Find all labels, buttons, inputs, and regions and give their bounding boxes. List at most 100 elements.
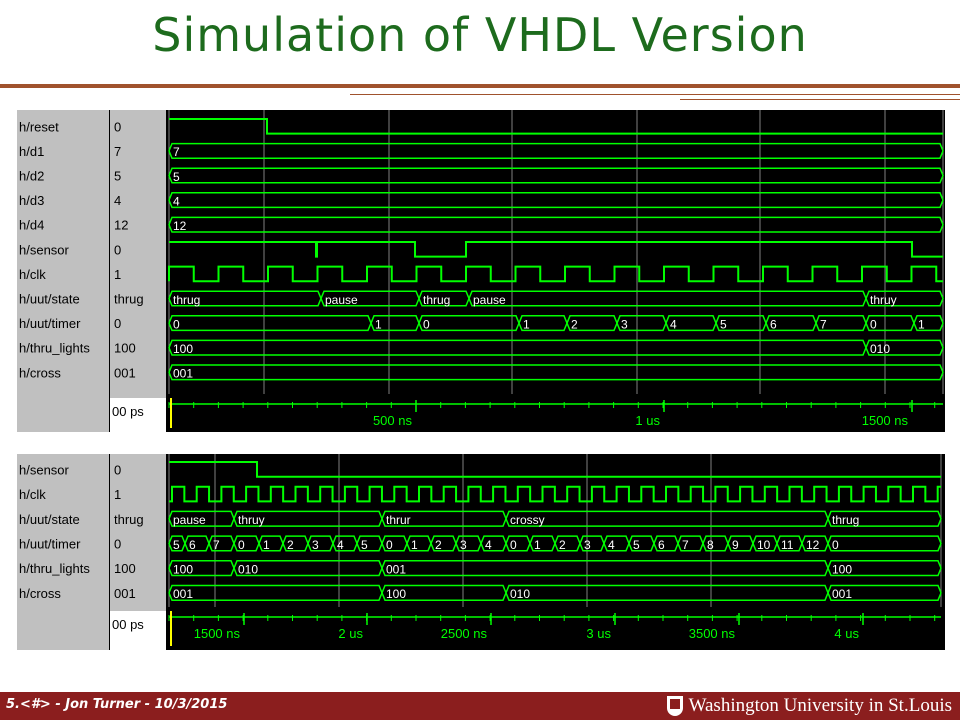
signal-name[interactable]: h/clk	[19, 267, 46, 282]
footer-text: 5.<#> - Jon Turner - 10/3/2015	[6, 697, 228, 712]
cursor-time: 00 ps	[112, 617, 144, 632]
bus-value-label: crossy	[510, 513, 545, 527]
bus-value-label: 5	[173, 538, 180, 552]
bus-value-label: 6	[658, 538, 665, 552]
signal-name[interactable]: h/cross	[19, 586, 61, 601]
waveform-canvas[interactable]: h/reset 0h/d1 7 7h/d2 5 5h/d3 4 4h/d4 12 12h/sens…	[17, 110, 945, 432]
bus-value-label: pause	[473, 293, 506, 307]
waveform-panel-top[interactable]: h/reset 0 h/d1 7 7 h/d2 5 5 h/d3 4 4 h/d4 12 12 h/sens…	[17, 110, 945, 432]
bus-value-label: 1	[523, 317, 530, 331]
bus-segment	[505, 510, 829, 527]
bus-value-label: 010	[238, 563, 258, 577]
bus-value-label: 12	[173, 219, 187, 233]
signal-name[interactable]: h/thru_lights	[19, 561, 90, 576]
university-name: Washington University in St.Louis	[688, 695, 952, 716]
signal-name[interactable]: h/uut/state	[19, 512, 80, 527]
bus-value-label: 010	[870, 342, 890, 356]
signal-name[interactable]: h/sensor	[19, 462, 70, 477]
bus-value-label: 12	[806, 538, 820, 552]
bus-value-label: 9	[732, 538, 739, 552]
signal-name[interactable]: h/uut/timer	[19, 316, 81, 331]
signal-name[interactable]: h/thru_lights	[19, 341, 90, 356]
signal-name[interactable]: h/d3	[19, 193, 44, 208]
cursor-time: 00 ps	[112, 404, 144, 419]
bus-segment	[168, 216, 944, 233]
title-rule-thin	[350, 94, 960, 95]
signal-name[interactable]: h/d1	[19, 144, 44, 159]
bus-value-label: 100	[173, 342, 193, 356]
bus-value-label: 5	[361, 538, 368, 552]
bus-value-label: 001	[832, 587, 852, 601]
bus-value-label: 2	[571, 317, 578, 331]
bus-value-label: thrug	[832, 513, 859, 527]
bus-value-label: 100	[386, 587, 406, 601]
signal-name[interactable]: h/cross	[19, 365, 61, 380]
bus-value-label: 5	[173, 170, 180, 184]
waveform-panel-bottom[interactable]: h/sensor 0 h/clk 1 h/uut/state thrug pause thru…	[17, 454, 945, 650]
bus-segment	[168, 339, 867, 356]
bit-waveform	[169, 118, 943, 135]
bus-value-label: 7	[173, 145, 180, 159]
bus-value-label: thruy	[238, 513, 265, 527]
signal-name[interactable]: h/uut/state	[19, 292, 80, 307]
bus-value-label: 7	[820, 317, 827, 331]
time-label: 2500 ns	[441, 626, 488, 641]
bus-value-label: 1	[375, 317, 382, 331]
bus-value-label: 0	[386, 538, 393, 552]
bus-value-label: 6	[770, 317, 777, 331]
signal-value: 100	[114, 341, 136, 356]
signal-value: 1	[114, 267, 121, 282]
signal-value: 1	[114, 487, 121, 502]
signal-value: 100	[114, 561, 136, 576]
title-underline	[0, 84, 960, 88]
bus-value-label: 11	[781, 538, 794, 552]
bus-value-label: pause	[325, 293, 358, 307]
bus-value-label: 0	[173, 317, 180, 331]
bus-value-label: 5	[633, 538, 640, 552]
bus-value-label: 0	[870, 317, 877, 331]
bit-waveform	[169, 241, 943, 258]
bus-segment	[505, 584, 829, 601]
time-label: 3 us	[586, 626, 611, 641]
bus-value-label: 0	[238, 538, 245, 552]
signal-name[interactable]: h/d2	[19, 169, 44, 184]
signal-name[interactable]: h/uut/timer	[19, 536, 81, 551]
bus-value-label: 1	[411, 538, 418, 552]
signal-value: 4	[114, 193, 121, 208]
signal-value: 7	[114, 144, 121, 159]
bus-value-label: 4	[173, 194, 180, 208]
bus-value-label: 4	[608, 538, 615, 552]
time-label: 3500 ns	[689, 626, 736, 641]
bus-value-label: thrug	[423, 293, 450, 307]
bus-value-label: 2	[435, 538, 442, 552]
bus-segment	[168, 192, 944, 209]
bus-value-label: 4	[337, 538, 344, 552]
signal-value: 001	[114, 586, 136, 601]
signal-value: thrug	[114, 292, 144, 307]
bus-value-label: 4	[670, 317, 677, 331]
signal-name[interactable]: h/d4	[19, 218, 44, 233]
bus-value-label: 1	[263, 538, 270, 552]
waveform-canvas[interactable]: h/sensor 0 h/clk 1 h/uut/state thrug pause thru…	[17, 454, 945, 650]
signal-value: 0	[114, 242, 121, 257]
signal-value: thrug	[114, 512, 144, 527]
bus-value-label: 3	[312, 538, 319, 552]
bus-value-label: 0	[832, 538, 839, 552]
bus-value-label: 7	[682, 538, 689, 552]
bit-waveform	[169, 461, 941, 478]
signal-name[interactable]: h/reset	[19, 119, 59, 134]
bus-segment	[168, 364, 944, 381]
bus-value-label: 10	[757, 538, 771, 552]
bus-value-label: thruy	[870, 293, 897, 307]
signal-name[interactable]: h/sensor	[19, 242, 70, 257]
bus-value-label: 5	[720, 317, 727, 331]
bus-value-label: 3	[584, 538, 591, 552]
bus-value-label: 001	[173, 367, 193, 381]
bus-value-label: 2	[287, 538, 294, 552]
signal-value: 0	[114, 316, 121, 331]
bus-value-label: 1	[918, 317, 925, 331]
bus-value-label: 100	[832, 563, 852, 577]
bus-value-label: 010	[510, 587, 530, 601]
signal-name[interactable]: h/clk	[19, 487, 46, 502]
bus-value-label: 100	[173, 563, 193, 577]
